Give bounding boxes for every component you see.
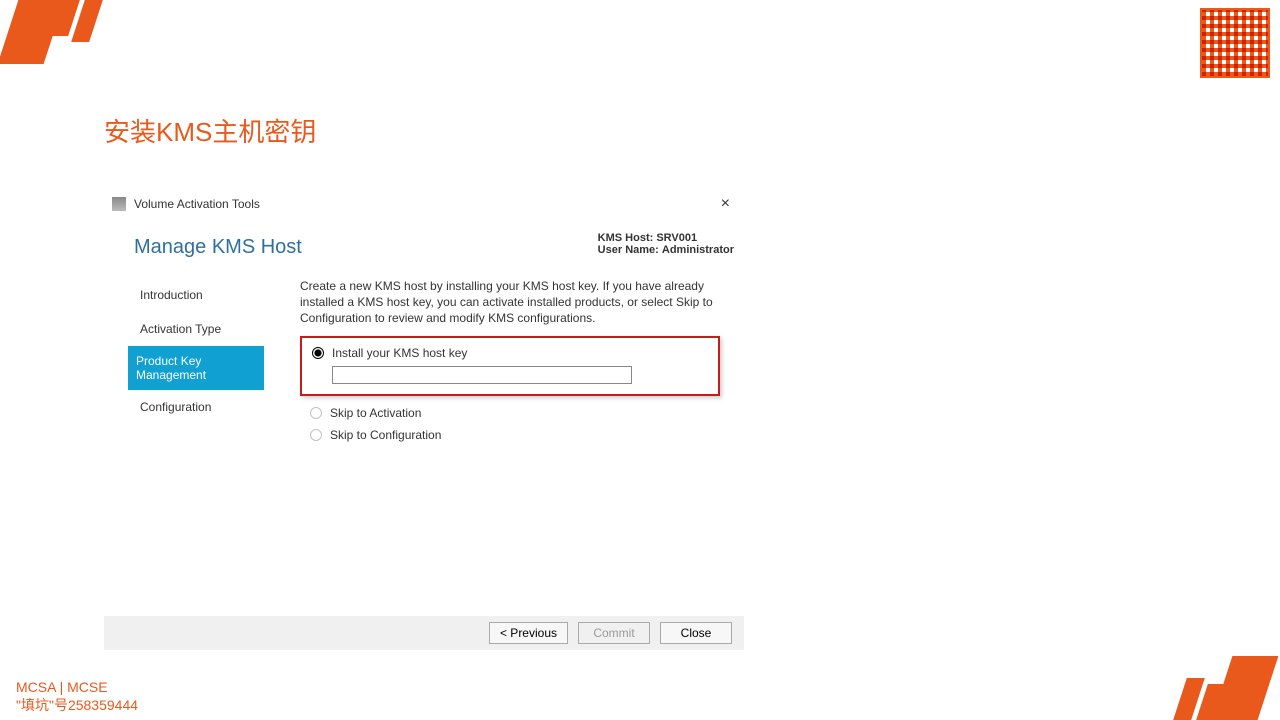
user-value: Administrator	[662, 244, 734, 256]
radio-skip-activation[interactable]	[310, 407, 322, 419]
option-skip-configuration-label: Skip to Configuration	[330, 428, 441, 442]
wizard-heading: Manage KMS Host	[134, 236, 302, 259]
logo-top-left	[8, 0, 98, 64]
step-activation-type[interactable]: Activation Type	[132, 312, 260, 346]
logo-bottom-right	[1178, 656, 1268, 720]
close-button[interactable]: Close	[660, 622, 732, 644]
step-introduction[interactable]: Introduction	[132, 278, 260, 312]
install-key-highlight-box: Install your KMS host key	[300, 336, 720, 396]
window-title: Volume Activation Tools	[134, 197, 260, 211]
close-icon[interactable]: ×	[715, 196, 736, 212]
kms-host-key-input[interactable]	[332, 366, 632, 384]
option-install-key[interactable]: Install your KMS host key	[312, 346, 708, 360]
wizard-button-bar: < Previous Commit Close	[104, 616, 744, 650]
radio-skip-configuration[interactable]	[310, 429, 322, 441]
wizard-description: Create a new KMS host by installing your…	[300, 278, 720, 326]
footer-line-2: "填坑"号258359444	[16, 696, 138, 714]
step-product-key-management[interactable]: Product Key Management	[128, 346, 264, 390]
user-label: User Name:	[598, 244, 659, 256]
previous-button[interactable]: < Previous	[489, 622, 568, 644]
host-value: SRV001	[656, 232, 697, 244]
titlebar: Volume Activation Tools ×	[104, 190, 744, 218]
app-icon	[112, 197, 126, 211]
footer-line-1: MCSA | MCSE	[16, 678, 138, 696]
wizard-window: Volume Activation Tools × Manage KMS Hos…	[104, 190, 744, 650]
slide-footer: MCSA | MCSE "填坑"号258359444	[16, 678, 138, 714]
slide-title: 安装KMS主机密钥	[104, 112, 316, 149]
host-info: KMS Host: SRV001 User Name: Administrato…	[598, 232, 734, 256]
host-label: KMS Host:	[598, 232, 654, 244]
option-install-key-label: Install your KMS host key	[332, 346, 467, 360]
radio-install-key[interactable]	[312, 347, 324, 359]
step-configuration[interactable]: Configuration	[132, 390, 260, 424]
option-skip-activation[interactable]: Skip to Activation	[300, 402, 720, 424]
option-skip-configuration[interactable]: Skip to Configuration	[300, 424, 720, 446]
wizard-content: Create a new KMS host by installing your…	[300, 278, 720, 446]
commit-button: Commit	[578, 622, 650, 644]
qr-code-icon	[1200, 8, 1270, 78]
option-skip-activation-label: Skip to Activation	[330, 406, 421, 420]
wizard-steps-sidebar: Introduction Activation Type Product Key…	[132, 278, 260, 424]
